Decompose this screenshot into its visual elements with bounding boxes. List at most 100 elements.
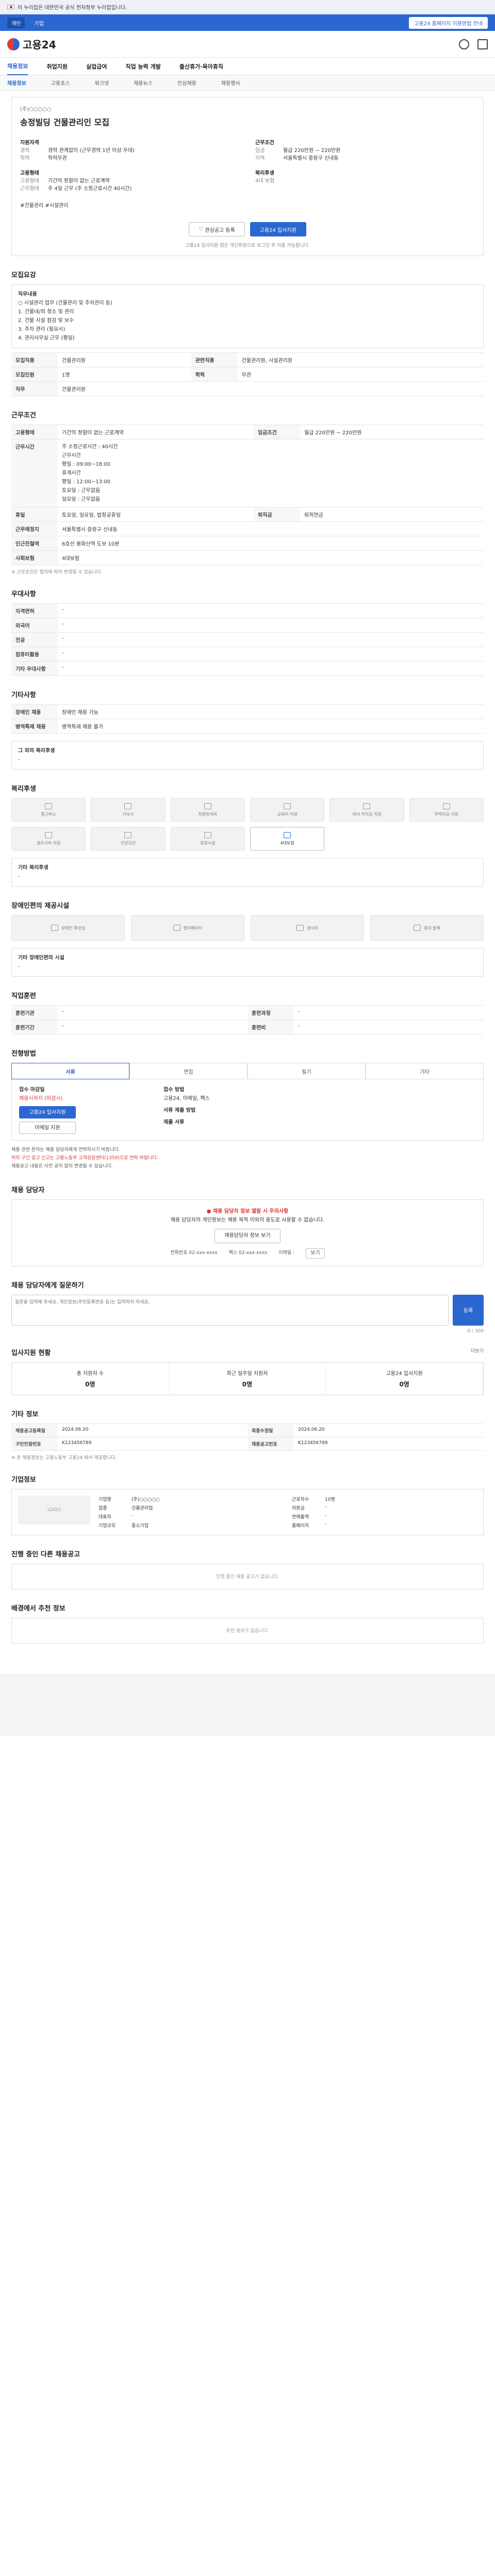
nav-unemployment[interactable]: 실업급여 (86, 62, 107, 71)
gov-banner: 이 누리집은 대한민국 공식 전자정부 누리집입니다. (0, 0, 495, 14)
section-title: 입사지원 현황 (11, 1349, 51, 1357)
th: 퇴직금 (254, 507, 301, 522)
td: - (58, 661, 484, 676)
facility-tile: 경사로 (251, 915, 364, 941)
tab-documents[interactable]: 서류 (11, 1063, 129, 1079)
tile-label: 자녀 학자금 지원 (352, 811, 382, 817)
meta-view-button[interactable]: 보기 (306, 1248, 325, 1259)
nav-jobs[interactable]: 채용정보 (7, 58, 28, 75)
th: 전공 (11, 632, 58, 647)
benefit-tiles: 통근버스 기숙사 차량유지비 교육비 지원 자녀 학자금 지원 주택자금 지원 … (11, 798, 484, 851)
health-icon (124, 832, 132, 838)
sched-line: 평일 : 12:00~13:00 (62, 479, 111, 485)
th: 모집인원 (11, 367, 58, 382)
section-label: 고용형태 (20, 171, 39, 176)
question-submit-button[interactable]: 등록 (453, 1294, 484, 1326)
apply-panel: 접수 마감일 채용시까지 (마감시) 고용24 입사지원 이메일 지원 접수 방… (11, 1079, 484, 1141)
company-card: LOGO 기업명 (주)○○○○○ 업종 건물관리업 대표자 - 기업규모 중소기업 근… (11, 1488, 484, 1535)
kv-value: 주 4일 근무 (주 소정근로시간 40시간) (48, 186, 132, 192)
th: 인근전철역 (11, 536, 58, 551)
kv-label: 지역 (255, 156, 265, 161)
kv-value: 기간의 정함이 없는 근로계약 (48, 178, 110, 184)
subnav-item[interactable]: 채용뉴스 (134, 79, 153, 87)
save-job-button[interactable]: ♡ 관심공고 등록 (189, 222, 245, 236)
nav-leave[interactable]: 출산휴가·육아휴직 (179, 62, 223, 71)
sched-line: 일요일 : 근무없음 (62, 497, 101, 502)
nav-support[interactable]: 취업지원 (46, 62, 67, 71)
th: 관련직종 (191, 352, 238, 367)
tab-written[interactable]: 필기 (248, 1063, 366, 1079)
more-link[interactable]: 더보기 (471, 1347, 484, 1354)
apply-goyong24-button[interactable]: 고용24 입사지원 (19, 1106, 76, 1118)
search-icon[interactable] (459, 39, 469, 49)
heart-icon: ♡ (199, 226, 205, 232)
apply-value: 고용24, 이메일, 팩스 (163, 1096, 210, 1101)
util-company[interactable]: 기업 (34, 19, 43, 27)
kv-value: - (131, 1513, 134, 1518)
kv-label: 경력 (20, 148, 30, 154)
box-title: 그 외의 복리후생 (18, 748, 55, 754)
td: 장애인 채용 가능 (58, 704, 484, 719)
section-title: 기타 정보 (11, 1410, 39, 1418)
recommend-empty: 추천 정보가 없습니다. (11, 1617, 484, 1643)
site-footer (0, 1674, 495, 1736)
button-label: 관심공고 등록 (205, 227, 235, 233)
subnav-item[interactable]: 고용포스 (51, 79, 70, 87)
benefit-tile: 기숙사 (91, 798, 166, 822)
kv-value: 4대 보험 (255, 178, 275, 184)
meta-note: ※ 본 채용정보는 고용노동부 고용24 에서 제공합니다. (11, 1455, 117, 1461)
util-guide-link[interactable]: 고용24 홈페이지 이용방법 안내 (409, 16, 488, 29)
sched-line: 근무시간 (62, 453, 81, 459)
tile-label: 교육비 지원 (277, 811, 298, 817)
subnav-item[interactable]: 워크넷 (95, 79, 109, 87)
tab-interview[interactable]: 면접 (129, 1063, 248, 1079)
site-logo[interactable]: 고용24 (7, 37, 56, 52)
section-title: 모집요강 (11, 272, 36, 279)
kv-label: 근로자수 (292, 1497, 309, 1502)
kv-label: 홈페이지 (292, 1523, 309, 1529)
util-personal[interactable]: 개인 (7, 17, 25, 28)
car-icon (204, 803, 211, 809)
td: 건물관리원 (58, 352, 191, 367)
nav-training[interactable]: 직업 능력 개발 (125, 62, 160, 71)
meta-label: 전화번호 (170, 1250, 188, 1256)
kv-label: 기업규모 (98, 1523, 116, 1529)
th: 최종수정일 (248, 1423, 294, 1437)
utility-bar: 개인 기업 고용24 홈페이지 이용방법 안내 (0, 14, 495, 31)
kv-label: 고용형태 (20, 178, 39, 184)
company-name[interactable]: (주)○○○○○ (20, 105, 475, 112)
box-title: 기타 복리후생 (18, 865, 48, 871)
th: 모집직종 (11, 352, 58, 367)
benefit-more-box: 기타 복리후생 - (11, 858, 484, 887)
box-value: - (18, 874, 20, 879)
tab-other[interactable]: 기타 (366, 1063, 484, 1079)
meta-value: - (292, 1250, 295, 1256)
stat-value: 0명 (399, 1380, 409, 1388)
house-icon (124, 803, 132, 809)
subnav-item[interactable]: 안심채용 (177, 79, 196, 87)
td: 기간의 정함이 없는 근로계약 (58, 425, 254, 439)
td: 무관 (237, 367, 484, 382)
kv-value: 경력 관계없이 (근무경력 1년 이상 우대) (48, 148, 135, 154)
subnav-item[interactable]: 채용행사 (221, 79, 240, 87)
apply-button[interactable]: 고용24 입사지원 (250, 222, 306, 236)
tile-label: 통근버스 (41, 811, 56, 817)
qa-form: 등록 (11, 1294, 484, 1326)
question-input[interactable] (11, 1294, 449, 1326)
kv-label: 자본금 (292, 1505, 305, 1511)
view-contact-button[interactable]: 채용담당자 정보 보기 (214, 1228, 280, 1243)
subnav-item[interactable]: 채용정보 (7, 79, 26, 87)
th: 훈련기간 (11, 1020, 58, 1035)
book-icon (284, 803, 291, 809)
th: 휴일 (11, 507, 58, 522)
tile-label: 주택자금 지원 (434, 811, 459, 817)
other-jobs-empty: 진행 중인 채용 공고가 없습니다. (11, 1563, 484, 1589)
kv-label: 업종 (98, 1505, 107, 1511)
menu-icon[interactable] (477, 39, 488, 49)
toilet-icon (51, 925, 58, 931)
apply-email-button[interactable]: 이메일 지원 (19, 1122, 76, 1134)
benefit-tile: 자녀 학자금 지원 (329, 798, 404, 822)
td: - (58, 618, 484, 633)
preference-table: 자격면허 - 외국어 - 전공 - 컴퓨터활용 - 기타 우대사항 - (11, 603, 484, 676)
td: K123456789 (294, 1437, 484, 1451)
